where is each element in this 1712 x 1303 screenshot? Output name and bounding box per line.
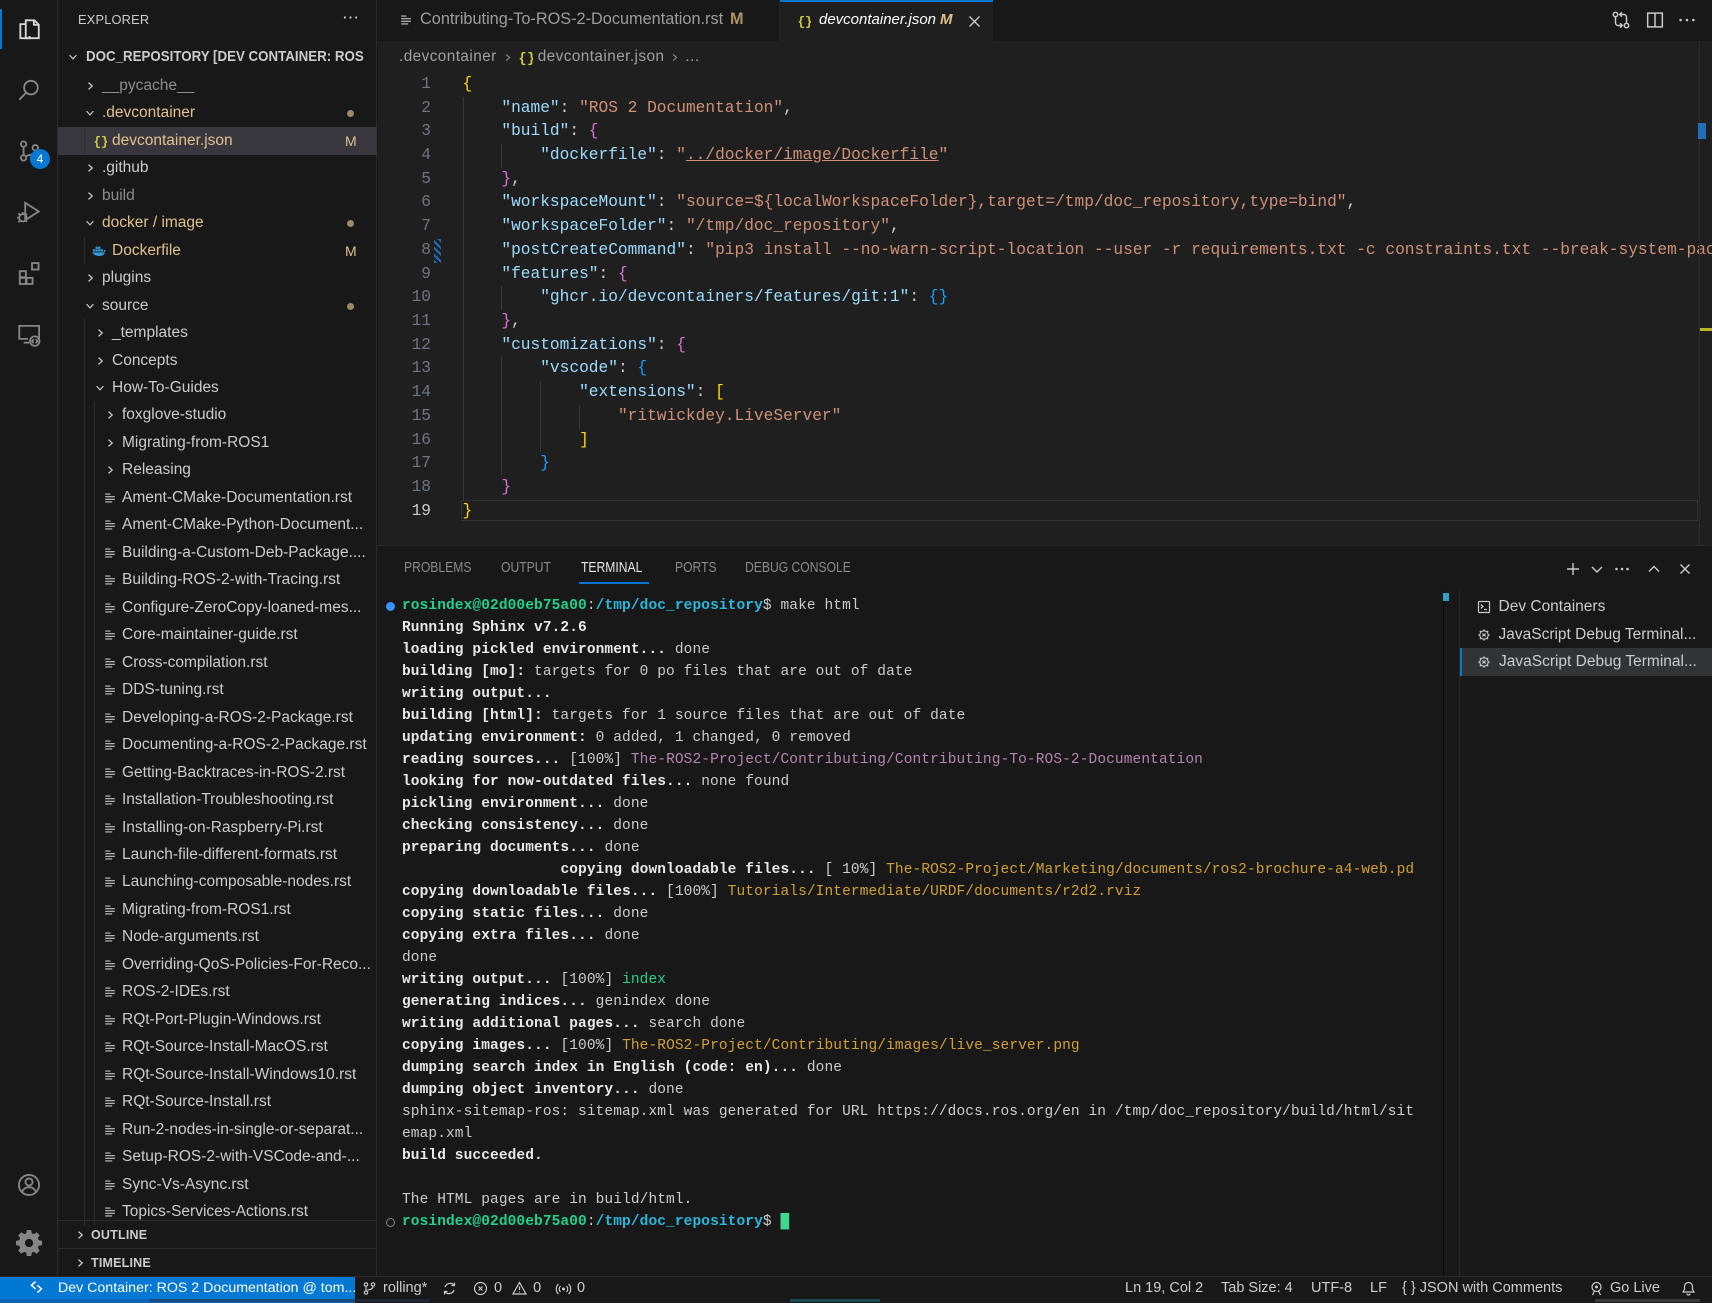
svg-text:{}: {} xyxy=(518,52,533,65)
svg-text:{}: {} xyxy=(93,134,107,148)
svg-text:{}: {} xyxy=(797,14,811,28)
